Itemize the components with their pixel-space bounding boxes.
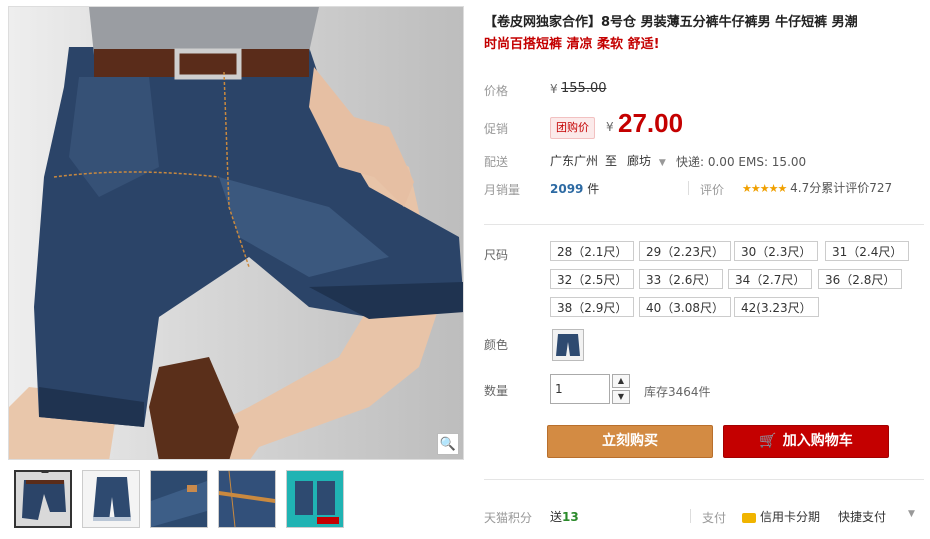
group-buy-badge: 团购价 xyxy=(550,117,595,139)
size-option[interactable]: 36（2.8尺） xyxy=(818,269,903,289)
price-label: 价格 xyxy=(484,84,509,98)
thumbnail-5[interactable] xyxy=(286,470,344,528)
shipping-label: 配送 xyxy=(484,155,509,169)
size-option[interactable]: 29（2.23尺） xyxy=(639,241,731,261)
ship-to-dropdown[interactable]: 廊坊 ▼ xyxy=(627,152,666,169)
promo-price: 27.00 xyxy=(618,108,684,138)
add-to-cart-label: 加入购物车 xyxy=(782,433,853,449)
rating-stars-icon: ★★★★★ xyxy=(742,182,787,195)
buy-now-button[interactable]: 立刻购买 xyxy=(547,425,713,458)
monthly-sales-count: 2099 xyxy=(550,182,584,196)
review-label: 评价 xyxy=(700,183,725,197)
ship-from: 广东广州 xyxy=(550,154,599,168)
monthly-sales-unit: 件 xyxy=(587,182,600,196)
installment-text: 信用卡分期 xyxy=(760,510,821,524)
quantity-input[interactable]: 1 xyxy=(550,374,610,404)
size-option[interactable]: 42(3.23尺） xyxy=(734,297,819,317)
product-info-panel: 【卷皮网独家合作】8号仓 男装薄五分裤牛仔裤男 牛仔短裤 男潮 时尚百搭短裤 清… xyxy=(476,0,930,539)
points-prefix: 送 xyxy=(550,510,563,524)
jeans-photo xyxy=(9,7,463,459)
ship-to: 廊坊 xyxy=(627,154,652,168)
chevron-down-icon[interactable]: ▼ xyxy=(908,509,915,519)
size-label: 尺码 xyxy=(484,248,509,262)
divider-vertical xyxy=(688,181,689,195)
size-option[interactable]: 28（2.1尺） xyxy=(550,241,635,261)
thumbnail-3[interactable] xyxy=(150,470,208,528)
color-swatch[interactable] xyxy=(552,329,584,361)
rating[interactable]: ★★★★★ 4.7分累计评价727 xyxy=(742,179,892,196)
quantity-increase-button[interactable]: ▲ xyxy=(612,374,630,388)
thumbnail-1[interactable] xyxy=(14,470,72,528)
rating-score: 4.7分 xyxy=(790,181,822,195)
review-count: 累计评价727 xyxy=(821,181,893,195)
size-option[interactable]: 38（2.9尺） xyxy=(550,297,635,317)
zoom-icon[interactable]: 🔍 xyxy=(437,433,459,455)
chevron-down-icon: ▼ xyxy=(658,158,666,168)
points-label: 天猫积分 xyxy=(484,511,533,525)
stock-text: 库存3464件 xyxy=(644,385,711,399)
thumbnail-strip xyxy=(14,470,344,528)
size-option[interactable]: 34（2.7尺） xyxy=(728,269,813,289)
installment-option[interactable]: 信用卡分期 xyxy=(742,508,820,525)
size-option[interactable]: 33（2.6尺） xyxy=(639,269,724,289)
ship-to-word: 至 xyxy=(605,154,618,168)
main-product-image[interactable]: 🔍 xyxy=(8,6,464,460)
thumbnail-4[interactable] xyxy=(218,470,276,528)
points-text: 送13 xyxy=(550,508,579,525)
shipping-fees: 快递: 0.00 EMS: 15.00 xyxy=(676,155,807,169)
divider-vertical xyxy=(690,509,691,523)
cart-icon: 🛒 xyxy=(759,433,777,449)
product-title: 【卷皮网独家合作】8号仓 男装薄五分裤牛仔裤男 牛仔短裤 男潮 时尚百搭短裤 清… xyxy=(484,12,924,56)
divider xyxy=(484,479,924,480)
size-option[interactable]: 31（2.4尺） xyxy=(825,241,910,261)
credit-card-icon xyxy=(742,512,756,523)
promo-currency: ¥ xyxy=(606,120,614,134)
color-label: 颜色 xyxy=(484,338,509,352)
quantity-decrease-button[interactable]: ▼ xyxy=(612,390,630,404)
title-line2: 时尚百搭短裤 清凉 柔软 舒适! xyxy=(484,37,660,52)
price-currency: ¥ xyxy=(550,82,558,96)
title-line1: 【卷皮网独家合作】8号仓 男装薄五分裤牛仔裤男 牛仔短裤 男潮 xyxy=(484,15,858,30)
size-option[interactable]: 30（2.3尺） xyxy=(734,241,819,261)
monthly-sales-label: 月销量 xyxy=(484,183,521,197)
quantity-label: 数量 xyxy=(484,384,509,398)
size-option[interactable]: 32（2.5尺） xyxy=(550,269,635,289)
promo-label: 促销 xyxy=(484,122,509,136)
quick-pay-option[interactable]: 快捷支付 xyxy=(838,508,886,525)
divider xyxy=(484,224,924,225)
original-price: 155.00 xyxy=(561,81,607,96)
size-option[interactable]: 40（3.08尺） xyxy=(639,297,731,317)
add-to-cart-button[interactable]: 🛒 加入购物车 xyxy=(723,425,889,458)
pay-label: 支付 xyxy=(702,511,727,525)
quick-pay-text: 快捷支付 xyxy=(838,510,887,524)
points-value: 13 xyxy=(562,510,579,524)
thumbnail-2[interactable] xyxy=(82,470,140,528)
